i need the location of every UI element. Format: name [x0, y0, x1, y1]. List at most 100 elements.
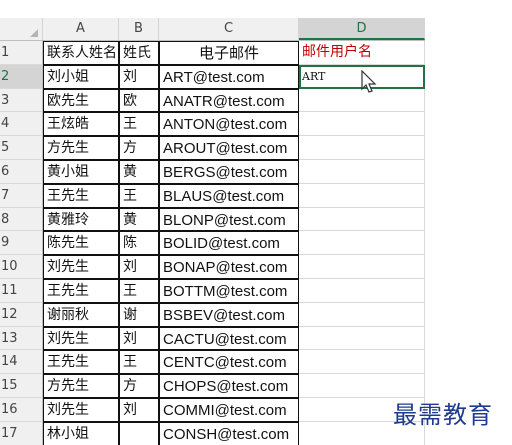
- cell-email[interactable]: CONSH@test.com: [159, 421, 299, 445]
- cell-surname[interactable]: 王: [119, 278, 159, 303]
- cell-contact-name[interactable]: 黄小姐: [43, 159, 119, 184]
- table-row: 10 刘先生刘 BONAP@test.com: [0, 255, 425, 279]
- cell-username[interactable]: [299, 159, 425, 184]
- cell-header-contact-name[interactable]: 联系人姓名: [43, 41, 119, 65]
- cell-surname[interactable]: 王: [119, 183, 159, 208]
- row-number[interactable]: 11: [0, 278, 43, 303]
- cell-contact-name[interactable]: 王先生: [43, 183, 119, 208]
- cell-email[interactable]: BERGS@test.com: [159, 159, 299, 184]
- cell-username[interactable]: [299, 136, 425, 160]
- cell-contact-name[interactable]: 林小姐: [43, 421, 119, 445]
- row-number[interactable]: 4: [0, 112, 43, 137]
- cell-email[interactable]: BLONP@test.com: [159, 207, 299, 232]
- row-number[interactable]: 7: [0, 183, 43, 208]
- row-number[interactable]: 6: [0, 159, 43, 184]
- cell-email[interactable]: CENTC@test.com: [159, 350, 299, 375]
- cell-email[interactable]: CHOPS@test.com: [159, 374, 299, 398]
- cell-email[interactable]: ANATR@test.com: [159, 88, 299, 113]
- cell-surname[interactable]: 黄: [119, 159, 159, 184]
- cell-contact-name[interactable]: 方先生: [43, 374, 119, 398]
- cell-username[interactable]: [299, 350, 425, 375]
- table-row: 14 王先生王 CENTC@test.com: [0, 350, 425, 375]
- cell-surname[interactable]: 欧: [119, 88, 159, 113]
- cell-contact-name[interactable]: 方先生: [43, 136, 119, 160]
- cell-surname[interactable]: 黄: [119, 207, 159, 232]
- cell-username[interactable]: [299, 255, 425, 279]
- cell-contact-name[interactable]: 刘先生: [43, 326, 119, 351]
- row-number[interactable]: 10: [0, 255, 43, 279]
- table-row: 9 陈先生陈 BOLID@test.com: [0, 231, 425, 256]
- table-row: 15 方先生方 CHOPS@test.com: [0, 374, 425, 398]
- spreadsheet-grid[interactable]: A B C D 1 联系人姓名 姓氏 电子邮件 邮件用户名 2 刘小姐刘 ART@t…: [0, 0, 425, 445]
- cell-contact-name[interactable]: 王先生: [43, 350, 119, 375]
- cell-surname[interactable]: 刘: [119, 255, 159, 279]
- row-number[interactable]: 17: [0, 421, 43, 445]
- cell-contact-name[interactable]: 黄雅玲: [43, 207, 119, 232]
- cell-contact-name[interactable]: 刘先生: [43, 255, 119, 279]
- select-all-triangle-icon: [30, 29, 38, 37]
- cell-username[interactable]: [299, 278, 425, 303]
- column-header-c[interactable]: C: [159, 18, 299, 40]
- cell-username[interactable]: [299, 183, 425, 208]
- cell-surname[interactable]: 刘: [119, 64, 159, 89]
- row-number[interactable]: 14: [0, 350, 43, 375]
- cell-contact-name[interactable]: 刘先生: [43, 397, 119, 422]
- table-row: 4 王炫皓王 ANTON@test.com: [0, 112, 425, 137]
- cell-surname[interactable]: 王: [119, 112, 159, 137]
- cell-surname[interactable]: 谢: [119, 302, 159, 327]
- cell-surname[interactable]: 陈: [119, 231, 159, 256]
- row-number[interactable]: 5: [0, 136, 43, 160]
- cell-surname[interactable]: 方: [119, 374, 159, 398]
- cell-contact-name[interactable]: 欧先生: [43, 88, 119, 113]
- cell-email[interactable]: BSBEV@test.com: [159, 302, 299, 327]
- cell-username[interactable]: [299, 302, 425, 327]
- cell-email[interactable]: BOLID@test.com: [159, 231, 299, 256]
- cell-email[interactable]: COMMI@test.com: [159, 397, 299, 422]
- cell-header-username[interactable]: 邮件用户名: [299, 41, 425, 65]
- row-number[interactable]: 9: [0, 231, 43, 256]
- column-header-a[interactable]: A: [43, 18, 119, 40]
- cell-email[interactable]: BONAP@test.com: [159, 255, 299, 279]
- row-number[interactable]: 15: [0, 374, 43, 398]
- cell-surname[interactable]: 方: [119, 136, 159, 160]
- column-header-b[interactable]: B: [119, 18, 159, 40]
- cell-username[interactable]: [299, 207, 425, 232]
- cell-contact-name[interactable]: 王先生: [43, 278, 119, 303]
- row-number[interactable]: 12: [0, 302, 43, 327]
- cell-email[interactable]: ART@test.com: [159, 64, 299, 89]
- cell-email[interactable]: CACTU@test.com: [159, 326, 299, 351]
- row-number[interactable]: 13: [0, 326, 43, 351]
- row-number[interactable]: 2: [0, 64, 43, 89]
- cell-email[interactable]: BOTTM@test.com: [159, 278, 299, 303]
- table-row: 6 黄小姐黄 BERGS@test.com: [0, 159, 425, 184]
- cell-header-surname[interactable]: 姓氏: [119, 41, 159, 65]
- table-row: 12 谢丽秋谢 BSBEV@test.com: [0, 302, 425, 327]
- table-row: 8 黄雅玲黄 BLONP@test.com: [0, 207, 425, 232]
- cell-surname[interactable]: 王: [119, 350, 159, 375]
- column-header-d[interactable]: D: [299, 18, 425, 40]
- cell-username[interactable]: [299, 231, 425, 256]
- cell-surname[interactable]: 刘: [119, 326, 159, 351]
- cell-surname[interactable]: 刘: [119, 397, 159, 422]
- table-row: 11 王先生王 BOTTM@test.com: [0, 278, 425, 303]
- cell-contact-name[interactable]: 刘小姐: [43, 64, 119, 89]
- cell-email[interactable]: BLAUS@test.com: [159, 183, 299, 208]
- row-number[interactable]: 8: [0, 207, 43, 232]
- row-number[interactable]: 16: [0, 397, 43, 422]
- cell-username[interactable]: [299, 112, 425, 137]
- table-row: 16 刘先生刘 COMMI@test.com: [0, 397, 425, 422]
- cell-contact-name[interactable]: 谢丽秋: [43, 302, 119, 327]
- cell-email[interactable]: ANTON@test.com: [159, 112, 299, 137]
- row-number[interactable]: 3: [0, 88, 43, 113]
- cell-username[interactable]: [299, 326, 425, 351]
- cell-email[interactable]: AROUT@test.com: [159, 136, 299, 160]
- cell-header-email[interactable]: 电子邮件: [159, 41, 299, 65]
- select-all-corner[interactable]: [0, 18, 43, 40]
- cell-surname[interactable]: [119, 421, 159, 445]
- table-row: 13 刘先生刘 CACTU@test.com: [0, 326, 425, 351]
- row-number[interactable]: 1: [0, 41, 43, 65]
- cell-contact-name[interactable]: 陈先生: [43, 231, 119, 256]
- table-row: 5 方先生方 AROUT@test.com: [0, 136, 425, 160]
- sheet-rows: 1 联系人姓名 姓氏 电子邮件 邮件用户名 2 刘小姐刘 ART@test.com A…: [0, 41, 425, 445]
- cell-contact-name[interactable]: 王炫皓: [43, 112, 119, 137]
